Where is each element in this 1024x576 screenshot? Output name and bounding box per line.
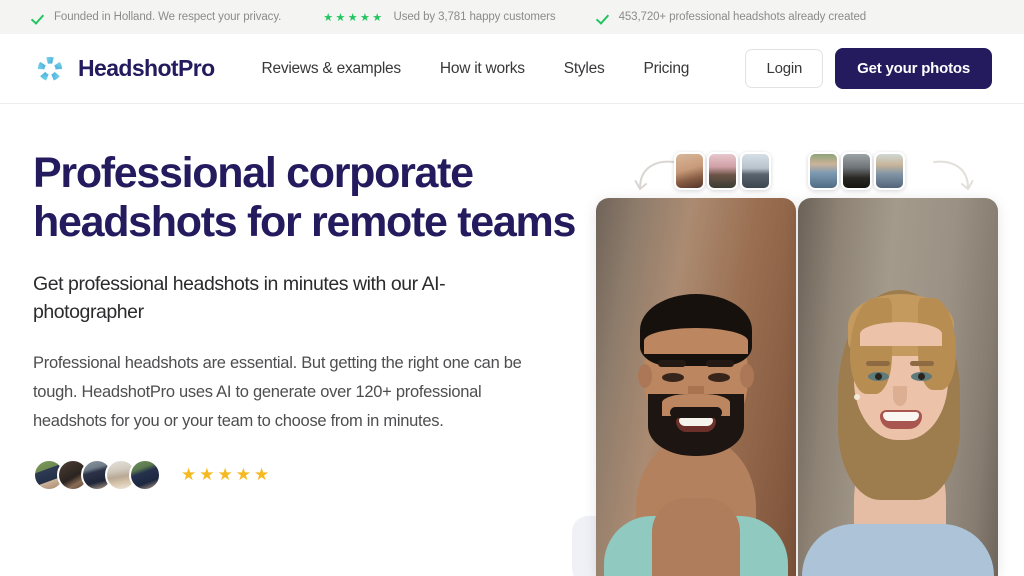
headshotpro-petal-logo-icon — [37, 56, 63, 81]
source-selfie-5[interactable] — [841, 152, 872, 190]
announcement-item-headshots: 453,720+ professional headshots already … — [598, 11, 867, 24]
hero-body-text: Professional headshots are essential. Bu… — [33, 354, 522, 430]
primary-navigation: Reviews & examples How it works Styles P… — [262, 60, 690, 78]
page-title: Professional corporate headshots for rem… — [33, 149, 576, 246]
hero-copy: Professional corporate headshots for rem… — [33, 104, 578, 491]
curved-arrow-right-icon — [634, 160, 675, 190]
source-selfie-6[interactable] — [874, 152, 905, 190]
source-selfie-strip — [808, 152, 905, 190]
customer-avatar-group — [33, 459, 161, 491]
nav-item-reviews[interactable]: Reviews & examples — [262, 60, 402, 78]
check-icon — [598, 11, 611, 24]
announcement-bar: Founded in Holland. We respect your priv… — [0, 0, 1024, 34]
nav-item-pricing[interactable]: Pricing — [643, 60, 689, 78]
source-selfie-2[interactable] — [707, 152, 738, 190]
login-button[interactable]: Login — [745, 49, 824, 88]
source-selfie-3[interactable] — [740, 152, 771, 190]
source-selfie-1[interactable] — [674, 152, 705, 190]
brand-name: HeadshotPro — [78, 55, 215, 81]
announcement-item-privacy: Founded in Holland. We respect your priv… — [33, 11, 281, 24]
brand-logo-link[interactable]: HeadshotPro — [33, 52, 215, 86]
announcement-text-headshots: 453,720+ professional headshots already … — [618, 11, 867, 23]
ai-generated-male-headshot[interactable] — [596, 198, 796, 576]
announcement-text-privacy: Founded in Holland. We respect your priv… — [54, 11, 282, 23]
site-header: HeadshotPro Reviews & examples How it wo… — [0, 34, 1024, 104]
nav-item-styles[interactable]: Styles — [564, 60, 605, 78]
avatar — [129, 459, 161, 491]
curved-arrow-right-icon — [933, 160, 974, 190]
hero-section: Professional corporate headshots for rem… — [0, 104, 1024, 576]
social-proof: ★★★★★ — [33, 459, 578, 491]
announcement-item-customers: ★★★★★ Used by 3,781 happy customers — [323, 11, 555, 24]
nav-item-how-it-works[interactable]: How it works — [440, 60, 525, 78]
get-your-photos-button[interactable]: Get your photos — [835, 48, 992, 89]
male-headshot-showcase — [596, 152, 796, 576]
ai-generated-female-headshot[interactable] — [798, 198, 998, 576]
rating-stars: ★★★★★ — [181, 465, 273, 484]
source-selfie-4[interactable] — [808, 152, 839, 190]
hero-subtitle: Get professional headshots in minutes wi… — [33, 273, 446, 323]
hero-showcase — [560, 104, 1024, 576]
five-stars-icon: ★★★★★ — [323, 11, 385, 24]
header-actions: Login Get your photos — [745, 48, 992, 89]
female-headshot-showcase — [798, 152, 998, 576]
announcement-text-customers: Used by 3,781 happy customers — [393, 11, 556, 23]
check-icon — [33, 11, 46, 24]
source-selfie-strip — [674, 152, 771, 190]
